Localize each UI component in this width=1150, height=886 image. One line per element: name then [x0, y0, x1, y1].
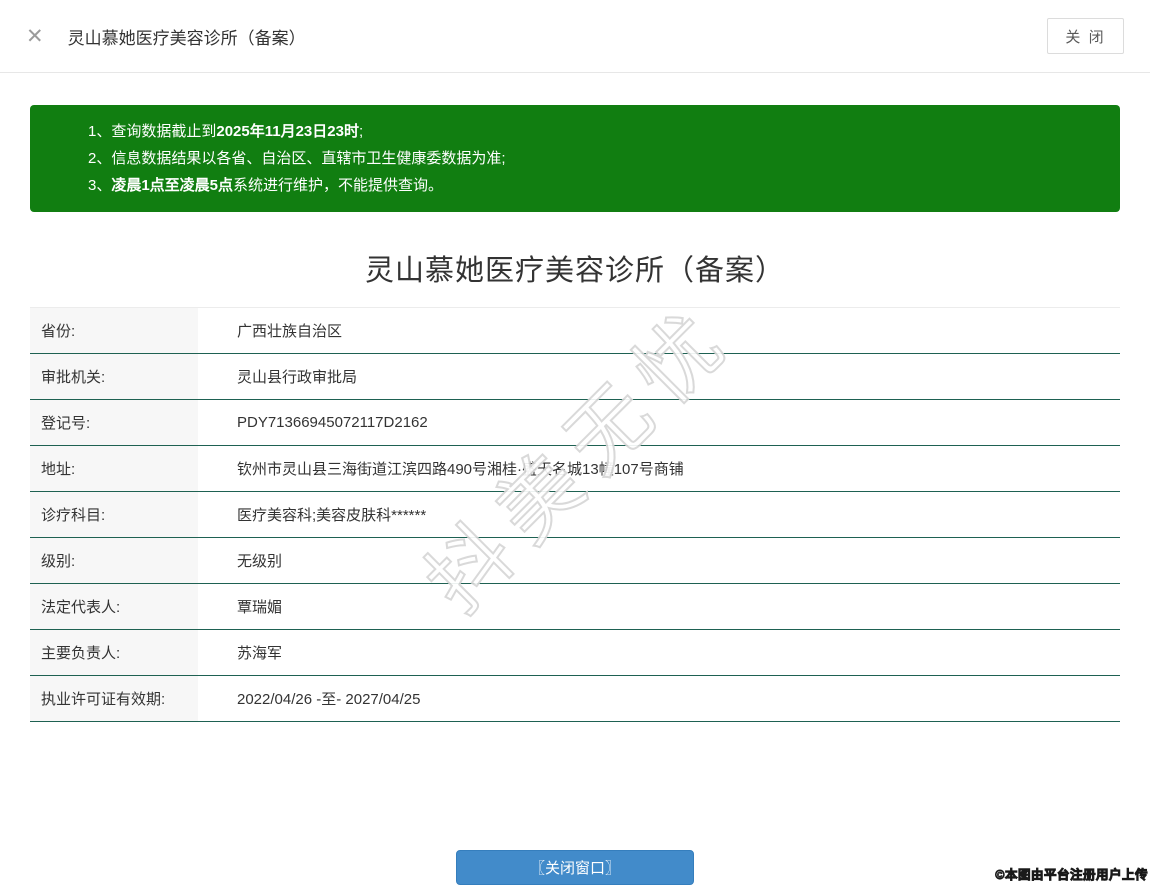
notice-item: 3、凌晨1点至凌晨5点系统进行维护，不能提供查询。 — [88, 172, 1100, 199]
copyright-watermark: ©本图由平台注册用户上传 — [995, 868, 1148, 883]
row-value: 医疗美容科;美容皮肤科****** — [237, 507, 427, 524]
table-row-registration-number: 登记号: PDY71366945072117D2162 — [30, 400, 1120, 446]
table-row-main-person-in-charge: 主要负责人: 苏海军 — [30, 630, 1120, 676]
notice-item-text: 系统进行维护，不能提供查询。 — [233, 177, 444, 194]
notice-item: 1、查询数据截止到2025年11月23日23时; — [88, 118, 1100, 145]
row-value: 广西壮族自治区 — [237, 323, 343, 340]
row-label: 法定代表人: — [30, 584, 198, 629]
notice-item-number: 3、 — [88, 177, 112, 194]
row-value: 苏海军 — [237, 645, 283, 662]
notice-item-bold-text: 凌晨1点至凌晨5点 — [111, 177, 234, 194]
table-row-address: 地址: 钦州市灵山县三海街道江滨四路490号湘桂·盛天名城13幢107号商铺 — [30, 446, 1120, 492]
row-label: 主要负责人: — [30, 630, 198, 675]
notice-box: 1、查询数据截止到2025年11月23日23时; 2、信息数据结果以各省、自治区… — [30, 105, 1120, 212]
table-row-approval-authority: 审批机关: 灵山县行政审批局 — [30, 354, 1120, 400]
table-row-license-validity: 执业许可证有效期: 2022/04/26 -至- 2027/04/25 — [30, 676, 1120, 722]
row-value: 钦州市灵山县三海街道江滨四路490号湘桂·盛天名城13幢107号商铺 — [237, 461, 684, 478]
table-row-province: 省份: 广西壮族自治区 — [30, 308, 1120, 354]
notice-item-text: 查询数据截止到 — [111, 123, 217, 140]
table-row-medical-subjects: 诊疗科目: 医疗美容科;美容皮肤科****** — [30, 492, 1120, 538]
close-icon[interactable]: ✕ — [26, 26, 44, 47]
notice-item: 2、信息数据结果以各省、自治区、直辖市卫生健康委数据为准; — [88, 145, 1100, 172]
notice-item-number: 1、 — [88, 123, 112, 140]
row-label: 执业许可证有效期: — [30, 676, 198, 721]
row-label: 级别: — [30, 538, 198, 583]
footer: 〖关闭窗口〗 — [0, 850, 1150, 885]
row-value: 2022/04/26 -至- 2027/04/25 — [237, 691, 421, 708]
row-value: 覃瑞媚 — [237, 599, 283, 616]
table-row-legal-representative: 法定代表人: 覃瑞媚 — [30, 584, 1120, 630]
info-table: 省份: 广西壮族自治区 审批机关: 灵山县行政审批局 登记号: PDY71366… — [30, 287, 1120, 722]
row-value: 无级别 — [237, 553, 283, 570]
notice-item-number: 2、 — [88, 150, 112, 167]
header-title: 灵山慕她医疗美容诊所（备案） — [67, 28, 306, 48]
close-window-button[interactable]: 〖关闭窗口〗 — [456, 850, 694, 885]
row-label: 诊疗科目: — [30, 492, 198, 537]
modal-header: ✕ 灵山慕她医疗美容诊所（备案） 关 闭 — [0, 0, 1150, 73]
notice-item-bold-text: 2025年11月23日23时 — [216, 123, 359, 140]
row-label: 登记号: — [30, 400, 198, 445]
notice-item-text: ; — [358, 123, 364, 140]
header-close-button[interactable]: 关 闭 — [1047, 18, 1124, 54]
row-value: 灵山县行政审批局 — [237, 369, 358, 386]
table-row-level: 级别: 无级别 — [30, 538, 1120, 584]
notice-item-text: 信息数据结果以各省、自治区、直辖市卫生健康委数据为准; — [111, 150, 506, 167]
row-label: 省份: — [30, 308, 198, 353]
page-title: 灵山慕她医疗美容诊所（备案） — [364, 255, 785, 287]
row-value: PDY71366945072117D2162 — [237, 414, 428, 431]
row-label: 审批机关: — [30, 354, 198, 399]
row-label: 地址: — [30, 446, 198, 491]
